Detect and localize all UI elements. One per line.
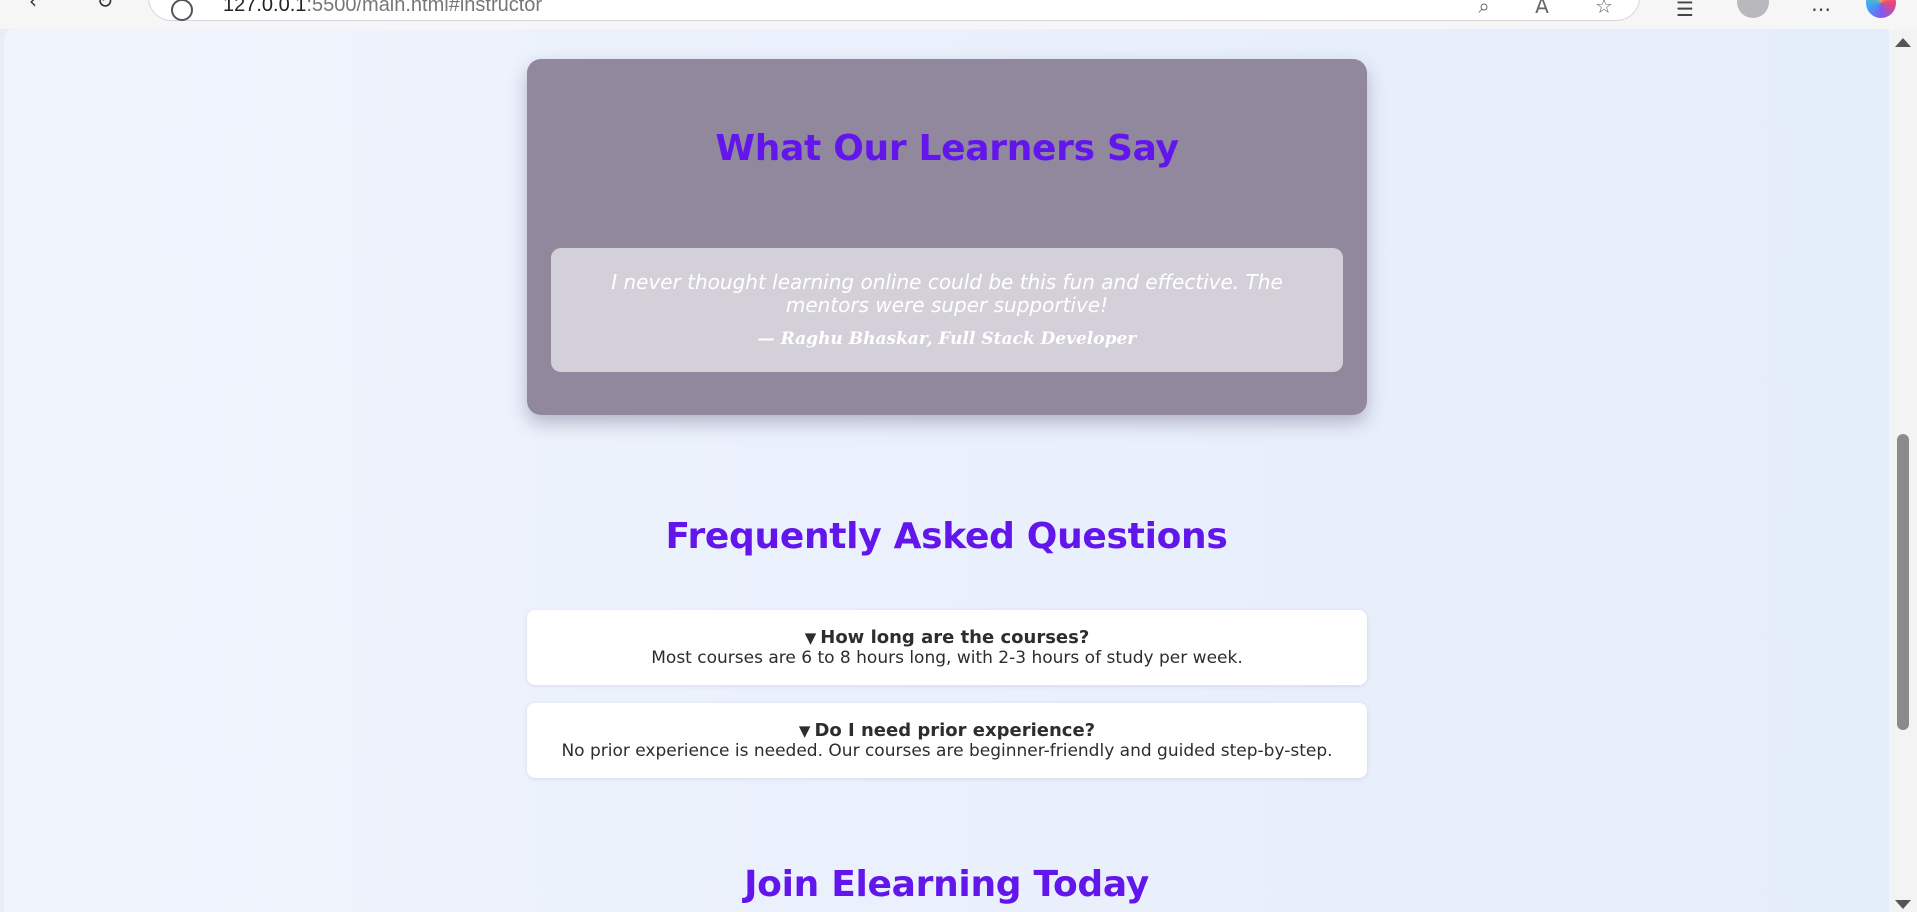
faq-item[interactable]: ▼ How long are the courses? Most courses … xyxy=(527,610,1367,685)
browser-toolbar: ‹ ↻ 127.0.0.1:5500/main.html#instructor … xyxy=(0,0,1917,29)
scroll-up-icon[interactable] xyxy=(1895,38,1911,47)
faq-question-text: Do I need prior experience? xyxy=(814,720,1096,741)
refresh-icon[interactable]: ↻ xyxy=(90,0,120,16)
testimonial-card: I never thought learning online could be… xyxy=(551,248,1343,372)
caret-down-icon: ▼ xyxy=(798,722,811,740)
url-text[interactable]: 127.0.0.1:5500/main.html#instructor xyxy=(223,0,542,15)
favorites-list-icon[interactable]: ☰ xyxy=(1670,0,1700,24)
url-path: :5500/main.html#instructor xyxy=(306,0,543,16)
faq-question[interactable]: ▼ Do I need prior experience? xyxy=(527,721,1367,741)
faq-answer: Most courses are 6 to 8 hours long, with… xyxy=(651,648,1243,668)
site-info-icon[interactable] xyxy=(171,0,193,21)
page-viewport: What Our Learners Say I never thought le… xyxy=(4,29,1889,912)
testimonial-quote: I never thought learning online could be… xyxy=(611,270,1283,317)
testimonials-heading: What Our Learners Say xyxy=(715,128,1179,169)
faq-heading: Frequently Asked Questions xyxy=(665,516,1228,557)
caret-down-icon: ▼ xyxy=(804,629,817,647)
faq-question[interactable]: ▼ How long are the courses? xyxy=(527,628,1367,648)
profile-avatar-icon[interactable] xyxy=(1737,0,1769,18)
search-icon[interactable]: ⌕ xyxy=(1471,0,1497,19)
testimonial-author: — Raghu Bhaskar, Full Stack Developer xyxy=(757,329,1137,349)
faq-question-text: How long are the courses? xyxy=(820,627,1090,648)
read-aloud-icon[interactable]: A xyxy=(1529,0,1555,19)
scrollbar-thumb[interactable] xyxy=(1897,434,1909,730)
back-icon[interactable]: ‹ xyxy=(18,0,48,16)
join-heading: Join Elearning Today xyxy=(744,864,1149,905)
vertical-scrollbar[interactable] xyxy=(1889,29,1917,912)
more-options-icon[interactable]: ⋯ xyxy=(1806,0,1836,24)
testimonials-section: What Our Learners Say I never thought le… xyxy=(527,59,1367,415)
scroll-down-icon[interactable] xyxy=(1895,900,1911,909)
faq-item[interactable]: ▼ Do I need prior experience? No prior ex… xyxy=(527,703,1367,778)
copilot-icon[interactable] xyxy=(1866,0,1896,18)
address-bar[interactable]: 127.0.0.1:5500/main.html#instructor ⌕ A … xyxy=(148,0,1640,21)
faq-answer: No prior experience is needed. Our cours… xyxy=(561,741,1333,761)
favorite-star-icon[interactable]: ☆ xyxy=(1591,0,1617,19)
url-host: 127.0.0.1 xyxy=(223,0,307,16)
